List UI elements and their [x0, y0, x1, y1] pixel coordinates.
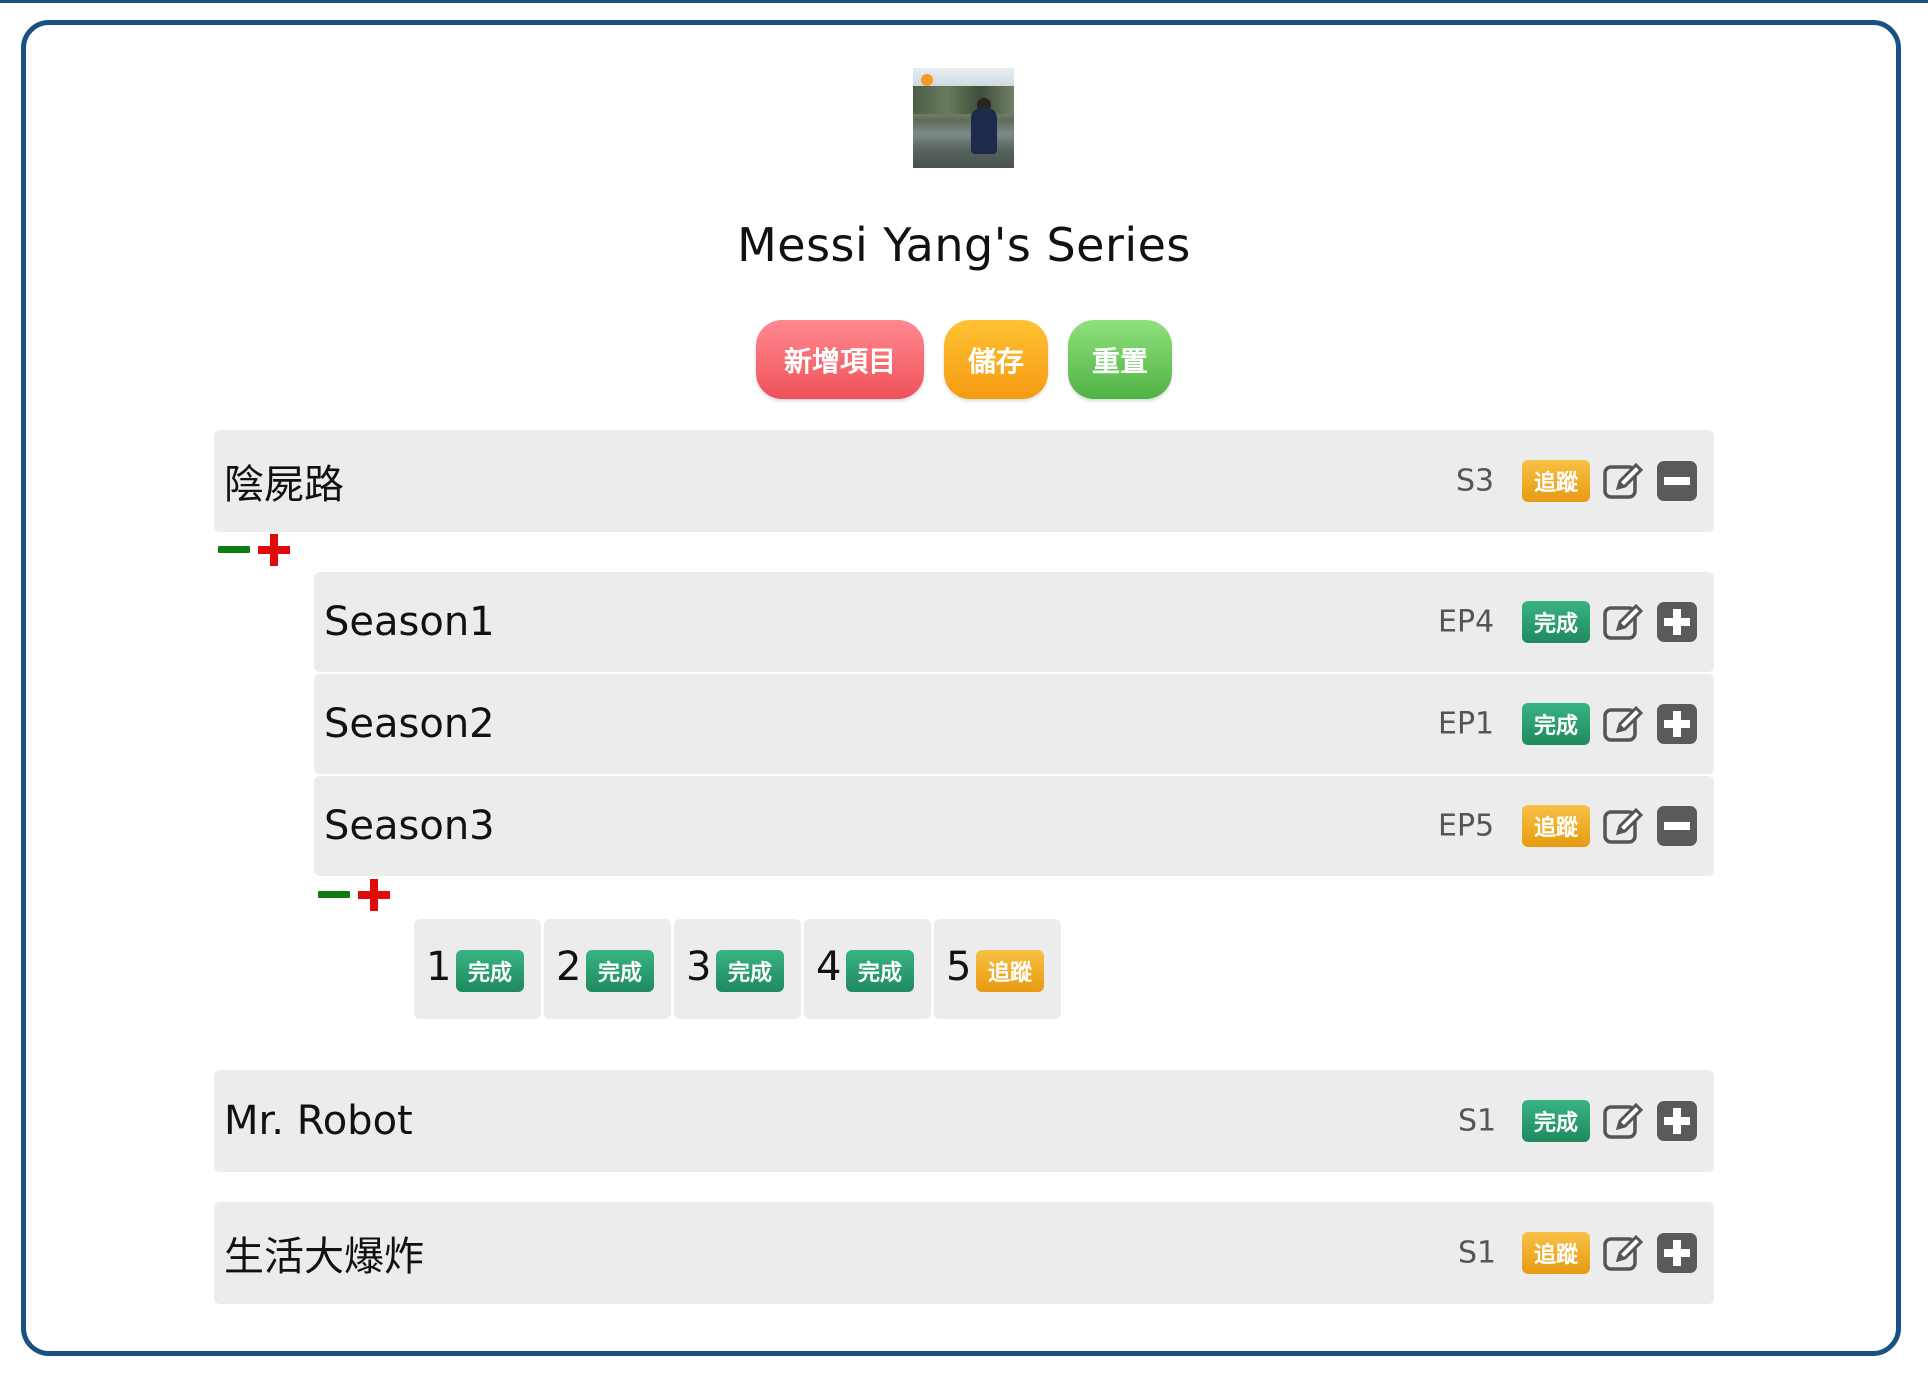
save-button[interactable]: 儲存 [944, 320, 1048, 399]
status-badge[interactable]: 追蹤 [976, 950, 1044, 992]
episode-number: 1 [426, 944, 452, 991]
edit-icon[interactable] [1602, 601, 1644, 643]
episode-count: EP5 [1438, 808, 1495, 844]
status-badge[interactable]: 完成 [1522, 1100, 1590, 1142]
episode-item[interactable]: 5 追蹤 [934, 919, 1061, 1019]
season-count: S3 [1456, 463, 1495, 499]
minus-square-icon[interactable] [1656, 460, 1698, 502]
edit-icon[interactable] [1602, 460, 1644, 502]
season-row[interactable]: Season3 EP5 追蹤 [314, 776, 1714, 876]
status-badge[interactable]: 追蹤 [1522, 1232, 1590, 1274]
plus-square-icon[interactable] [1656, 1100, 1698, 1142]
reset-button[interactable]: 重置 [1068, 320, 1172, 399]
status-badge[interactable]: 完成 [1522, 601, 1590, 643]
minus-square-icon[interactable] [1656, 805, 1698, 847]
collapse-icon[interactable] [218, 545, 250, 555]
expand-icon[interactable] [258, 534, 290, 566]
page-title: Messi Yang's Series [737, 218, 1191, 272]
season-count: S1 [1458, 1235, 1497, 1271]
episode-item[interactable]: 4 完成 [804, 919, 931, 1019]
window-top-border [0, 0, 1928, 3]
plus-square-icon[interactable] [1656, 703, 1698, 745]
season-name: Season3 [324, 803, 495, 849]
edit-icon[interactable] [1602, 1100, 1644, 1142]
status-badge[interactable]: 完成 [456, 950, 524, 992]
series-row[interactable]: Mr. Robot S1 完成 [214, 1070, 1714, 1172]
episode-item[interactable]: 3 完成 [674, 919, 801, 1019]
season-row[interactable]: Season1 EP4 完成 [314, 572, 1714, 672]
series-name: 陰屍路 [224, 462, 344, 508]
episode-item[interactable]: 2 完成 [544, 919, 671, 1019]
episode-number: 5 [946, 944, 972, 991]
collapse-icon[interactable] [318, 890, 350, 900]
edit-icon[interactable] [1602, 805, 1644, 847]
season-name: Season1 [324, 599, 495, 645]
series-name: Mr. Robot [224, 1098, 413, 1144]
series-name: 生活大爆炸 [224, 1234, 424, 1280]
series-row[interactable]: 生活大爆炸 S1 追蹤 [214, 1202, 1714, 1304]
episode-item[interactable]: 1 完成 [414, 919, 541, 1019]
plus-square-icon[interactable] [1656, 1232, 1698, 1274]
episode-number: 4 [816, 944, 842, 991]
expand-icon[interactable] [358, 879, 390, 911]
plus-square-icon[interactable] [1656, 601, 1698, 643]
add-item-button[interactable]: 新增項目 [756, 320, 924, 399]
season-name: Season2 [324, 701, 495, 747]
episode-count: EP1 [1438, 706, 1495, 742]
season-count: S1 [1458, 1103, 1497, 1139]
episode-count: EP4 [1438, 604, 1495, 640]
episode-number: 3 [686, 944, 712, 991]
status-badge[interactable]: 完成 [846, 950, 914, 992]
season-row[interactable]: Season2 EP1 完成 [314, 674, 1714, 774]
status-badge[interactable]: 追蹤 [1522, 805, 1590, 847]
edit-icon[interactable] [1602, 1232, 1644, 1274]
status-badge[interactable]: 完成 [716, 950, 784, 992]
status-badge[interactable]: 完成 [1522, 703, 1590, 745]
avatar [913, 68, 1014, 168]
episode-number: 2 [556, 944, 582, 991]
edit-icon[interactable] [1602, 703, 1644, 745]
status-badge[interactable]: 完成 [586, 950, 654, 992]
status-badge[interactable]: 追蹤 [1522, 460, 1590, 502]
series-row[interactable]: 陰屍路 S3 追蹤 [214, 430, 1714, 532]
